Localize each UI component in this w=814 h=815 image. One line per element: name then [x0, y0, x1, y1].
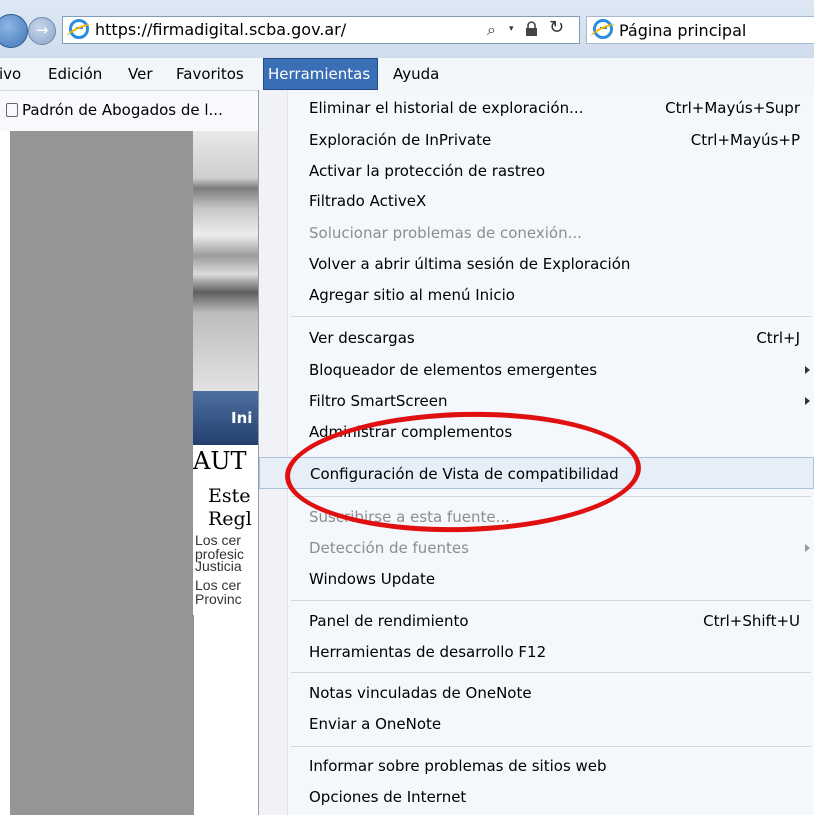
page-text-line: Los cer	[195, 532, 241, 548]
nav-link-inicio[interactable]: Ini	[231, 409, 252, 427]
favorite-link[interactable]: Padrón de Abogados de l...	[22, 101, 223, 119]
menu-item-reabrir-sesion[interactable]: Volver a abrir última sesión de Explorac…	[259, 249, 814, 279]
menu-item-filtro-smartscreen[interactable]: Filtro SmartScreen	[259, 386, 814, 416]
page-line: Regl	[208, 508, 252, 530]
menu-item-filtrado-activex[interactable]: Filtrado ActiveX	[259, 186, 814, 216]
menu-ayuda[interactable]: Ayuda	[393, 65, 439, 83]
menu-item-bloqueador-emergentes[interactable]: Bloqueador de elementos emergentes	[259, 355, 814, 385]
menu-item-inprivate[interactable]: Exploración de InPrivate Ctrl+Mayús+P	[259, 125, 814, 155]
menu-item-panel-rendimiento[interactable]: Panel de rendimiento Ctrl+Shift+U	[259, 606, 814, 636]
menu-separator	[291, 316, 811, 317]
page-text-line: Los cer	[195, 577, 241, 593]
menu-item-informar-problemas[interactable]: Informar sobre problemas de sitios web	[259, 751, 814, 781]
page-text-line: Justicia	[195, 558, 242, 574]
search-icon[interactable]: ⌕	[487, 20, 496, 40]
menu-archivo[interactable]: ivo	[0, 65, 21, 83]
menu-edicion[interactable]: Edición	[48, 65, 102, 83]
address-bar: → https://firmadigital.scba.gov.ar/ ⌕ ▾ …	[0, 0, 814, 58]
page-nav-bar: Ini	[193, 391, 263, 445]
menu-separator	[291, 672, 811, 673]
page-margin	[10, 131, 194, 815]
page-line: Este	[208, 485, 251, 507]
menu-ver[interactable]: Ver	[128, 65, 153, 83]
menu-item-notas-onenote[interactable]: Notas vinculadas de OneNote	[259, 678, 814, 708]
menu-herramientas[interactable]: Herramientas	[263, 58, 378, 90]
menu-item-solucionar-conexion: Solucionar problemas de conexión...	[309, 224, 582, 242]
forward-arrow-icon: →	[35, 21, 49, 39]
menu-favoritos[interactable]: Favoritos	[176, 65, 244, 83]
menu-item-herramientas-desarrollo[interactable]: Herramientas de desarrollo F12	[259, 637, 814, 667]
page-heading: AUT	[193, 447, 247, 475]
chevron-down-icon[interactable]: ▾	[509, 24, 514, 34]
menu-item-enviar-onenote[interactable]: Enviar a OneNote	[259, 709, 814, 739]
submenu-arrow-icon	[805, 397, 810, 405]
ie-logo-icon	[593, 19, 613, 39]
refresh-icon[interactable]: ↻	[549, 17, 564, 38]
menu-item-ver-descargas[interactable]: Ver descargas Ctrl+J	[259, 323, 814, 353]
back-button[interactable]	[0, 14, 28, 48]
url-field[interactable]: https://firmadigital.scba.gov.ar/ ⌕ ▾ ↻	[62, 16, 580, 44]
lock-icon[interactable]	[525, 21, 538, 36]
menu-item-agregar-inicio[interactable]: Agregar sitio al menú Inicio	[259, 280, 814, 310]
menu-item-windows-update[interactable]: Windows Update	[259, 564, 814, 594]
menu-item-opciones-internet[interactable]: Opciones de Internet	[259, 782, 814, 812]
ie-logo-icon	[69, 19, 89, 39]
page-icon	[6, 103, 18, 117]
submenu-arrow-icon	[805, 544, 810, 552]
page-body: AUT Este Regl Los cer profesic Justicia …	[193, 445, 263, 615]
submenu-arrow-icon	[805, 366, 810, 374]
url-text: https://firmadigital.scba.gov.ar/	[95, 20, 347, 39]
menu-item-eliminar-historial[interactable]: Eliminar el historial de exploración... …	[259, 93, 814, 123]
tab-title: Página principal	[619, 21, 747, 40]
forward-button[interactable]: →	[28, 17, 56, 45]
menu-separator	[291, 746, 811, 747]
menu-item-deteccion-fuentes: Detección de fuentes	[259, 533, 814, 563]
menu-item-proteccion-rastreo[interactable]: Activar la protección de rastreo	[259, 156, 814, 186]
tab-home[interactable]: Página principal	[586, 16, 814, 44]
header-photo	[193, 131, 263, 391]
menu-bar: ivo Edición Ver Favoritos Herramientas A…	[0, 58, 814, 91]
page-text-line: Provinc	[195, 591, 242, 607]
menu-separator	[291, 600, 811, 601]
